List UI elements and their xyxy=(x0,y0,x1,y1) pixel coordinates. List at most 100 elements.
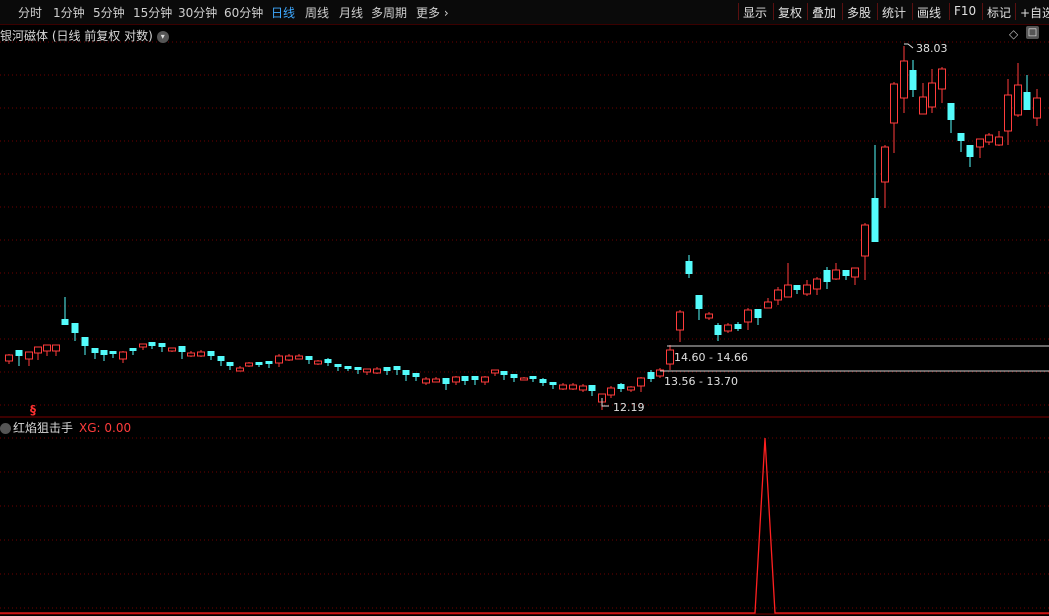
candle-body xyxy=(5,354,13,362)
candle-body xyxy=(275,355,283,364)
candle-body xyxy=(168,347,176,352)
candle-body xyxy=(1004,94,1012,132)
candle-body xyxy=(676,311,684,331)
candle-body xyxy=(627,386,635,391)
candle-body xyxy=(25,351,33,360)
candle-body xyxy=(539,379,547,383)
indicator-chart[interactable] xyxy=(0,418,1049,616)
tab-period-2[interactable]: 5分钟 xyxy=(93,4,125,21)
maximize-icon[interactable]: □ xyxy=(1026,26,1039,39)
toolbar-separator xyxy=(949,3,950,20)
candle-body xyxy=(43,344,51,352)
candle-body xyxy=(764,301,772,309)
candle-body xyxy=(957,133,965,141)
tab-period-8[interactable]: 月线 xyxy=(339,4,363,21)
diamond-icon[interactable]: ◇ xyxy=(1009,27,1018,41)
tab-period-5[interactable]: 60分钟 xyxy=(224,4,263,21)
candle-body xyxy=(52,344,60,352)
kline-chart[interactable] xyxy=(0,25,1049,418)
high-callout xyxy=(904,43,914,49)
candle-body xyxy=(985,134,993,143)
candle-body xyxy=(529,376,537,379)
candle-body xyxy=(724,324,732,332)
candle-body xyxy=(793,285,801,290)
toolbar-button-3[interactable]: 多股 xyxy=(847,4,871,21)
chevron-down-icon[interactable]: ▾ xyxy=(156,30,169,43)
candle-body xyxy=(373,368,381,374)
candle-body xyxy=(549,382,557,385)
candle-body xyxy=(412,373,420,377)
candle-body xyxy=(197,351,205,357)
tab-period-6[interactable]: 日线 xyxy=(271,4,295,21)
candle-body xyxy=(187,352,195,357)
candle-body xyxy=(100,350,108,355)
candle-body xyxy=(363,368,371,373)
candle-body xyxy=(813,278,821,290)
candle-body xyxy=(928,82,936,108)
candle-body xyxy=(178,346,186,352)
candle-body xyxy=(947,103,955,120)
tab-period-7[interactable]: 周线 xyxy=(305,4,329,21)
toolbar-button-6[interactable]: F10 xyxy=(954,4,976,18)
candle-body xyxy=(207,351,215,356)
candle-body xyxy=(236,367,244,372)
candle-body xyxy=(705,313,713,319)
low-price-label: 12.19 xyxy=(613,401,645,414)
candle-body xyxy=(285,355,293,361)
toolbar-button-0[interactable]: 显示 xyxy=(743,4,767,21)
candle-body xyxy=(647,372,655,379)
candle-body xyxy=(471,376,479,380)
candle-body xyxy=(976,138,984,148)
toolbar-button-5[interactable]: 画线 xyxy=(917,4,941,21)
candle-body xyxy=(881,146,889,183)
candle-body xyxy=(510,374,518,378)
tab-period-3[interactable]: 15分钟 xyxy=(133,4,172,21)
candle-body xyxy=(344,366,352,369)
toolbar-button-2[interactable]: 叠加 xyxy=(812,4,836,21)
toolbar-separator xyxy=(773,3,774,20)
candle-body xyxy=(900,60,908,99)
candle-body xyxy=(15,350,23,356)
stock-title[interactable]: 银河磁体 (日线 前复权 对数) ▾ xyxy=(0,27,169,44)
high-price-label: 38.03 xyxy=(916,42,948,55)
candle-body xyxy=(919,96,927,115)
candle-body xyxy=(119,351,127,360)
tab-period-1[interactable]: 1分钟 xyxy=(53,4,85,21)
candle-body xyxy=(666,349,674,365)
candle-body xyxy=(823,270,831,282)
candle-body xyxy=(871,198,879,242)
candle-body xyxy=(109,351,117,354)
indicator-menu-icon[interactable] xyxy=(0,423,11,434)
candle-body xyxy=(851,267,859,278)
candle-body xyxy=(637,377,645,387)
candle-body xyxy=(569,384,577,390)
candle-body xyxy=(314,360,322,365)
candle-body xyxy=(324,359,332,363)
stock-title-text: 银河磁体 (日线 前复权 对数) xyxy=(0,29,153,43)
toolbar-button-1[interactable]: 复权 xyxy=(778,4,802,21)
tab-period-9[interactable]: 多周期 xyxy=(371,4,407,21)
candle-body xyxy=(491,369,499,374)
toolbar-separator xyxy=(982,3,983,20)
candle-body xyxy=(158,343,166,347)
candle-body xyxy=(500,371,508,375)
candle-body xyxy=(1014,84,1022,116)
candle-body xyxy=(91,348,99,353)
toolbar-separator xyxy=(912,3,913,20)
tab-period-10[interactable]: 更多 › xyxy=(416,4,449,21)
candle-body xyxy=(695,295,703,309)
toolbar-separator xyxy=(877,3,878,20)
candle-body xyxy=(217,356,225,361)
indicator-value: XG: 0.00 xyxy=(79,421,132,435)
candle-body xyxy=(842,270,850,276)
tab-period-4[interactable]: 30分钟 xyxy=(178,4,217,21)
tab-period-0[interactable]: 分时 xyxy=(18,4,42,21)
candle-body xyxy=(61,319,69,325)
toolbar-button-4[interactable]: 统计 xyxy=(882,4,906,21)
toolbar-button-8[interactable]: +自选 xyxy=(1020,4,1049,21)
candle-body xyxy=(1033,97,1041,119)
candle-body xyxy=(1023,92,1031,110)
toolbar-button-7[interactable]: 标记 xyxy=(987,4,1011,21)
candle-body xyxy=(938,68,946,90)
signal-mark: § xyxy=(30,403,36,417)
